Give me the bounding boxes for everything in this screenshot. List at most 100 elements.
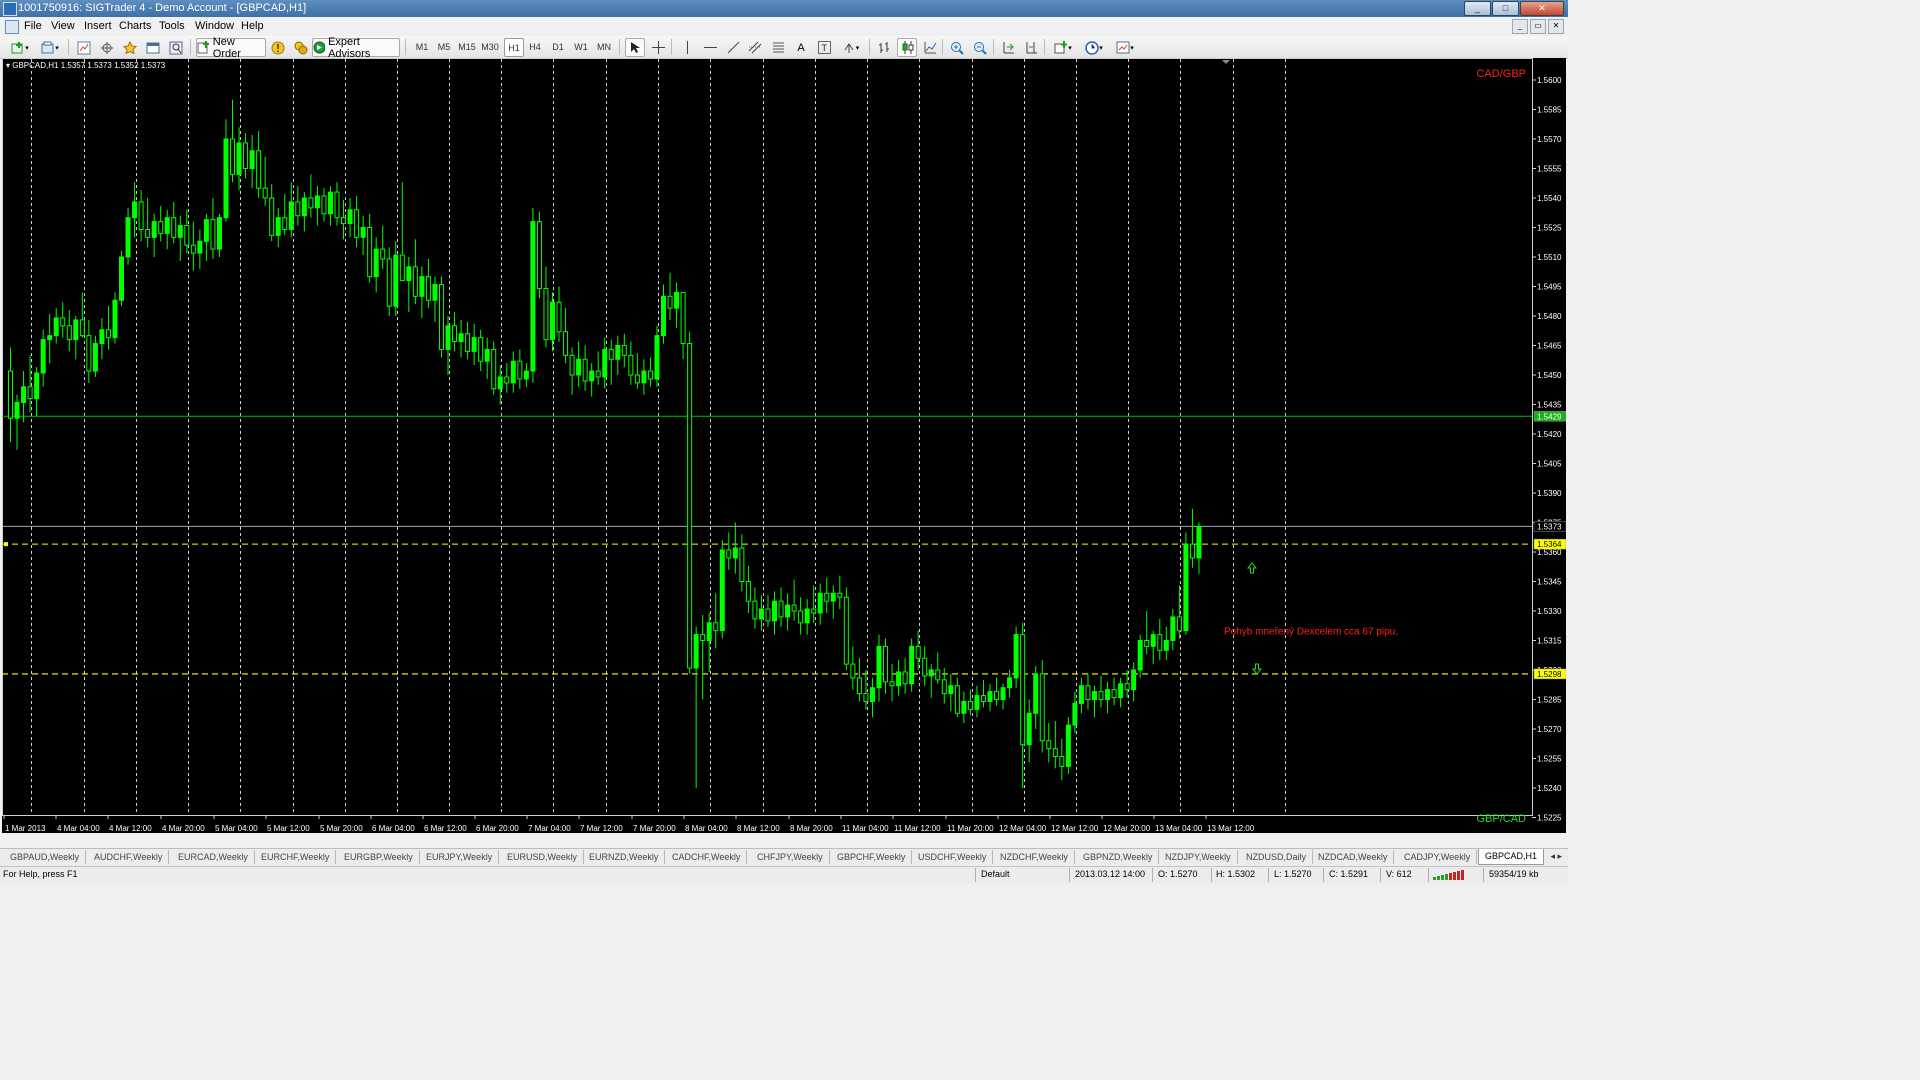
chart-tab[interactable]: CHFJPY,Weekly (751, 850, 830, 864)
line-chart-button[interactable] (920, 38, 940, 57)
channel-tool-button[interactable] (745, 38, 765, 57)
zoom-out-button[interactable] (970, 38, 990, 57)
indicators-button[interactable]: ▾ (1049, 38, 1077, 57)
trendline-tool-button[interactable] (723, 38, 743, 57)
expert-advisors-button[interactable]: Expert Advisors (312, 35, 400, 60)
profiles-button[interactable]: ▾ (36, 38, 64, 57)
chart-tab[interactable]: AUDCHF,Weekly (88, 850, 170, 864)
candle-body (314, 195, 320, 209)
candle-body (1183, 543, 1189, 632)
chart-tab[interactable]: EURNZD,Weekly (583, 850, 666, 864)
minimize-button[interactable]: _ (1464, 1, 1491, 16)
chart-tab[interactable]: GBPAUD,Weekly (4, 850, 87, 864)
candle-body (151, 221, 157, 238)
chart-tab[interactable]: GBPNZD,Weekly (1077, 850, 1160, 864)
chart-tab[interactable]: EURJPY,Weekly (420, 850, 500, 864)
price-label: 1.5540 (1537, 194, 1562, 203)
horizontal-line-tool-button[interactable] (700, 38, 720, 57)
chart-tab[interactable]: EURCAD,Weekly (172, 850, 255, 864)
close-button[interactable]: ✕ (1520, 1, 1564, 16)
price-label: 1.5345 (1537, 578, 1562, 587)
menu-insert[interactable]: Insert (84, 19, 112, 33)
candle-body (367, 227, 373, 278)
candle-body (817, 592, 823, 614)
chart-tab[interactable]: EURCHF,Weekly (255, 850, 337, 864)
timeframe-m15[interactable]: M15 (457, 38, 477, 55)
candlestick-chart-button[interactable] (897, 38, 917, 57)
candle-body (1026, 712, 1032, 746)
chart-tab[interactable]: NZDCAD,Weekly (1312, 850, 1395, 864)
chart-tab[interactable]: NZDJPY,Weekly (1159, 850, 1238, 864)
menu-charts[interactable]: Charts (119, 19, 151, 33)
expert-advisors-label: Expert Advisors (328, 35, 371, 60)
menu-tools[interactable]: Tools (159, 19, 185, 33)
navigator-button[interactable] (120, 38, 140, 57)
chart-tab[interactable]: CADJPY,Weekly (1398, 850, 1478, 864)
arrows-tool-button[interactable]: ▾ (837, 38, 865, 57)
tab-scroll-arrows-icon[interactable]: ◂ ▸ (1550, 851, 1562, 862)
mdi-minimize-button[interactable]: _ (1512, 19, 1528, 34)
maximize-button[interactable]: □ (1492, 1, 1519, 16)
text-tool-button[interactable]: A (791, 38, 811, 57)
timeframe-d1[interactable]: D1 (550, 38, 566, 55)
timeframe-m5[interactable]: M5 (436, 38, 452, 55)
chart-tab[interactable]: NZDCHF,Weekly (994, 850, 1075, 864)
zoom-in-button[interactable] (947, 38, 967, 57)
mdi-close-button[interactable]: ✕ (1548, 19, 1564, 34)
menu-window[interactable]: Window (195, 19, 234, 33)
chart-tab[interactable]: EURUSD,Weekly (501, 850, 584, 864)
menu-help[interactable]: Help (241, 19, 264, 33)
chart-tab[interactable]: GBPCAD,H1 (1478, 849, 1545, 865)
crosshair-tool-button[interactable] (648, 38, 668, 57)
timeframe-h4[interactable]: H4 (527, 38, 543, 55)
vertical-line-tool-button[interactable] (677, 38, 697, 57)
mdi-restore-button[interactable]: ▭ (1530, 19, 1546, 34)
timeframe-h1[interactable]: H1 (504, 38, 524, 57)
strategy-tester-button[interactable] (166, 38, 186, 57)
time-label: 11 Mar 20:00 (947, 824, 994, 833)
timeframe-w1[interactable]: W1 (573, 38, 589, 55)
cursor-tool-button[interactable] (625, 38, 645, 57)
candle-body (850, 663, 856, 679)
timeframe-m1[interactable]: M1 (414, 38, 430, 55)
timeframe-m30[interactable]: M30 (480, 38, 500, 55)
candle-body (249, 150, 255, 170)
market-watch-button[interactable] (74, 38, 94, 57)
alert-button[interactable] (268, 38, 288, 57)
candle-body (869, 687, 875, 702)
time-label: 13 Mar 04:00 (1155, 824, 1203, 833)
text-label-tool-button[interactable]: T (814, 38, 834, 57)
timeframe-mn[interactable]: MN (595, 38, 613, 55)
candle-body (327, 191, 333, 215)
new-order-button[interactable]: New Order (196, 36, 266, 60)
signals-button[interactable] (291, 38, 311, 57)
auto-scroll-button[interactable] (998, 38, 1018, 57)
new-chart-button[interactable]: ▾ (6, 38, 34, 57)
data-window-button[interactable] (97, 38, 117, 57)
chart-tab[interactable]: EURGBP,Weekly (338, 850, 420, 864)
candle-body (1157, 634, 1163, 651)
fibonacci-tool-button[interactable] (768, 38, 788, 57)
candle-body (8, 370, 13, 419)
candle-body (360, 227, 366, 238)
candle-body (732, 547, 738, 559)
candle-body (719, 549, 725, 632)
chart-tab[interactable]: USDCHF,Weekly (912, 850, 994, 864)
candle-body (967, 700, 973, 710)
time-label: 4 Mar 20:00 (162, 824, 205, 833)
collapse-arrow-icon[interactable]: ▾ (6, 61, 10, 70)
chart-area[interactable]: 1 Mar 2013 4 Mar 04:00 4 Mar 12:00 4 Mar 20… (2, 58, 1566, 833)
chart-shift-button[interactable] (1021, 38, 1041, 57)
candle-body (549, 301, 555, 341)
candlestick-chart[interactable]: 1 Mar 2013 4 Mar 04:00 4 Mar 12:00 4 Mar 20… (2, 58, 1566, 833)
bar-chart-button[interactable] (874, 38, 894, 57)
menu-view[interactable]: View (51, 19, 75, 33)
terminal-button[interactable] (143, 38, 163, 57)
chart-window-icon[interactable] (5, 20, 19, 34)
chart-tab[interactable]: NZDUSD,Daily (1240, 850, 1314, 864)
periods-button[interactable]: ▾ (1080, 38, 1108, 57)
menu-file[interactable]: File (24, 19, 42, 33)
templates-button[interactable]: ▾ (1111, 38, 1139, 57)
chart-tab[interactable]: CADCHF,Weekly (666, 850, 748, 864)
chart-tab[interactable]: GBPCHF,Weekly (831, 850, 913, 864)
